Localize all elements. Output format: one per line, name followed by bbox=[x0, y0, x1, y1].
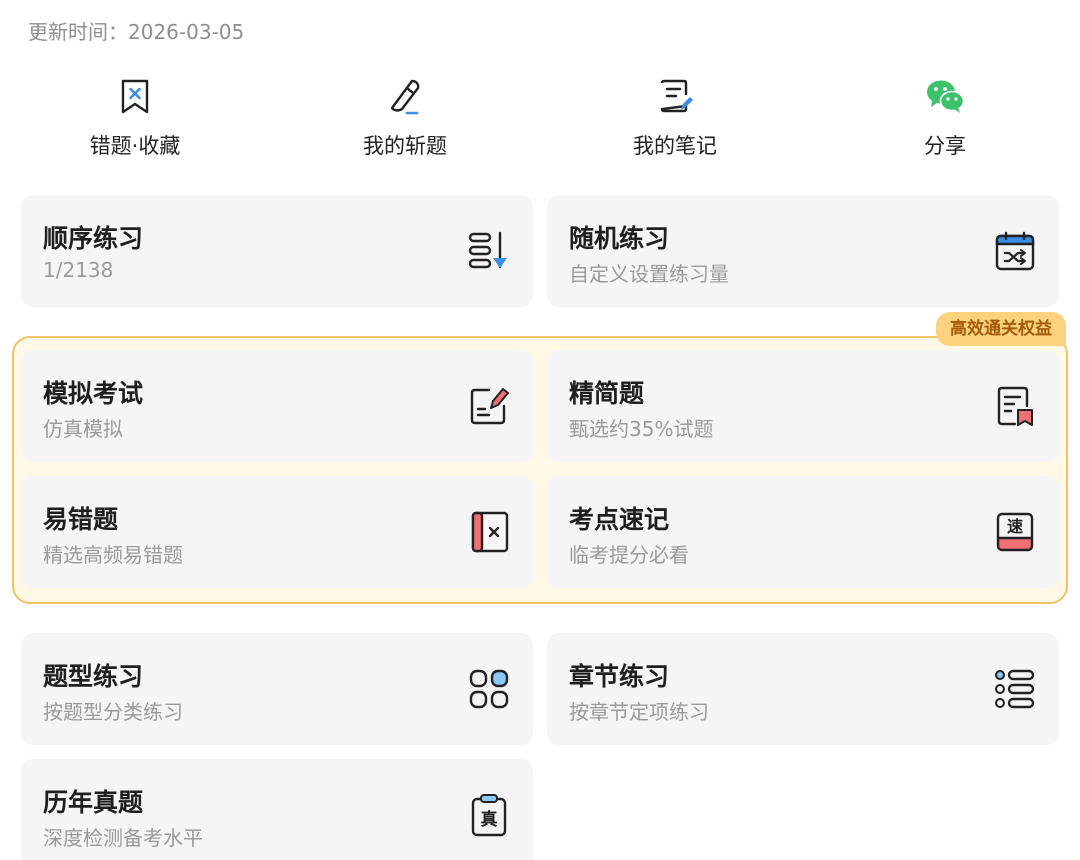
card-title: 历年真题 bbox=[43, 788, 144, 817]
card-title: 顺序练习 bbox=[43, 224, 144, 253]
card-title: 易错题 bbox=[43, 505, 119, 534]
card-subtitle: 甄选约35%试题 bbox=[569, 417, 714, 441]
edit-pad-icon bbox=[470, 388, 509, 425]
doc-bookmark-icon bbox=[997, 386, 1033, 426]
quick-item-label: 我的斩题 bbox=[363, 134, 447, 158]
wechat-icon bbox=[927, 80, 965, 113]
card-title: 模拟考试 bbox=[43, 379, 144, 408]
card-mock-exam[interactable]: 模拟考试 仿真模拟 bbox=[21, 350, 533, 462]
update-time: 更新时间：2026-03-05 bbox=[28, 20, 245, 44]
card-chapter-practice[interactable]: 章节练习 按章节定项练习 bbox=[547, 633, 1059, 745]
card-subtitle: 自定义设置练习量 bbox=[569, 262, 729, 286]
grid-icon bbox=[469, 669, 509, 709]
book-x-icon bbox=[471, 511, 509, 553]
card-random-practice[interactable]: 随机练习 自定义设置练习量 bbox=[547, 195, 1059, 307]
card-concise-questions[interactable]: 精简题 甄选约35%试题 bbox=[547, 350, 1059, 462]
quick-item-my-notes[interactable]: 我的笔记 bbox=[575, 76, 775, 160]
quick-actions: 错题·收藏 我的斩题 我的笔记 分享 bbox=[0, 76, 1080, 166]
quick-item-label: 分享 bbox=[924, 134, 966, 158]
card-key-points-notes[interactable]: 考点速记 临考提分必看 速 bbox=[547, 476, 1059, 588]
card-error-prone[interactable]: 易错题 精选高频易错题 bbox=[21, 476, 533, 588]
card-subtitle: 按章节定项练习 bbox=[569, 700, 709, 724]
speed-card-icon: 速 bbox=[996, 512, 1034, 552]
vip-badge: 高效通关权益 bbox=[936, 312, 1066, 346]
note-icon bbox=[660, 79, 693, 113]
quick-item-share[interactable]: 分享 bbox=[845, 76, 1045, 160]
shuffle-calendar-icon bbox=[995, 231, 1035, 271]
card-title: 精简题 bbox=[569, 379, 645, 408]
card-subtitle: 按题型分类练习 bbox=[43, 700, 183, 724]
quick-item-wrong-favorites[interactable]: 错题·收藏 bbox=[35, 76, 235, 160]
card-title: 章节练习 bbox=[569, 662, 670, 691]
quick-item-label: 我的笔记 bbox=[633, 134, 717, 158]
card-past-papers[interactable]: 历年真题 深度检测备考水平 真 bbox=[21, 759, 533, 860]
sort-down-icon bbox=[468, 231, 507, 269]
bookmark-x-icon bbox=[121, 79, 149, 114]
card-subtitle: 精选高频易错题 bbox=[43, 543, 183, 567]
card-title: 考点速记 bbox=[569, 505, 670, 534]
list-icon bbox=[995, 669, 1035, 709]
svg-text:真: 真 bbox=[481, 809, 498, 830]
card-subtitle: 深度检测备考水平 bbox=[43, 826, 203, 850]
card-subtitle: 临考提分必看 bbox=[569, 543, 689, 567]
card-sequential-practice[interactable]: 顺序练习 1/2138 bbox=[21, 195, 533, 307]
card-subtitle: 仿真模拟 bbox=[43, 417, 123, 441]
card-question-type-practice[interactable]: 题型练习 按题型分类练习 bbox=[21, 633, 533, 745]
quick-item-label: 错题·收藏 bbox=[89, 134, 181, 158]
knife-icon bbox=[390, 79, 420, 115]
svg-text:速: 速 bbox=[1007, 517, 1023, 536]
card-progress: 1/2138 bbox=[43, 258, 114, 282]
clipboard-icon: 真 bbox=[471, 794, 507, 837]
quick-item-my-solved[interactable]: 我的斩题 bbox=[305, 76, 505, 160]
card-title: 随机练习 bbox=[569, 224, 670, 253]
card-title: 题型练习 bbox=[43, 662, 144, 691]
